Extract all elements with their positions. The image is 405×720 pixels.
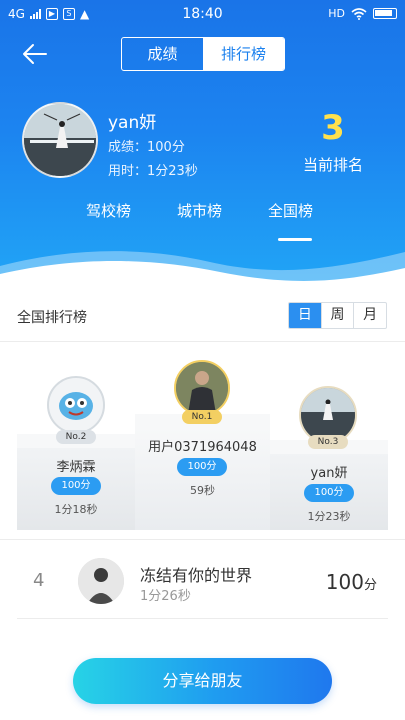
current-rank-label: 当前排名 bbox=[302, 156, 363, 174]
medal-second: No.2 bbox=[56, 430, 96, 444]
divider bbox=[17, 618, 388, 619]
result-rank-toggle: 成绩 排行榜 bbox=[121, 37, 285, 71]
status-bar: 4G ▶ S ▲ 18:40 HD bbox=[0, 0, 405, 30]
header: 4G ▶ S ▲ 18:40 HD 成绩 排行榜 yan妍 成绩：100分 用时… bbox=[0, 0, 405, 290]
period-week[interactable]: 周 bbox=[320, 303, 354, 328]
list-item-rank: 4 bbox=[33, 570, 45, 591]
second-place-score: 100分 bbox=[51, 477, 101, 495]
user-score: 成绩：100分 bbox=[108, 140, 185, 155]
list-item-avatar bbox=[78, 558, 124, 604]
list-item-name: 冻结有你的世界 bbox=[140, 566, 253, 585]
first-place-avatar bbox=[174, 360, 230, 416]
period-day[interactable]: 日 bbox=[289, 303, 321, 328]
hd-label: HD bbox=[328, 7, 345, 20]
wifi-icon bbox=[351, 7, 367, 20]
tab-school-board[interactable]: 驾校榜 bbox=[86, 200, 131, 221]
user-time: 用时：1分23秒 bbox=[108, 164, 198, 179]
back-arrow-icon bbox=[23, 44, 47, 64]
back-button[interactable] bbox=[18, 38, 52, 70]
second-place-avatar bbox=[47, 376, 105, 434]
tab-city-board[interactable]: 城市榜 bbox=[177, 200, 222, 221]
second-place-time: 1分18秒 bbox=[54, 503, 98, 516]
share-button[interactable]: 分享给朋友 bbox=[73, 658, 332, 704]
user-name: yan妍 bbox=[108, 113, 157, 133]
battery-icon bbox=[373, 8, 397, 19]
tab-national-board[interactable]: 全国榜 bbox=[268, 200, 313, 221]
current-rank-value: 3 bbox=[321, 108, 345, 148]
user-avatar bbox=[22, 102, 98, 178]
period-filter: 日 周 月 bbox=[288, 302, 387, 329]
list-item-score: 100分 bbox=[326, 570, 377, 594]
medal-first: No.1 bbox=[182, 410, 222, 424]
first-place-time: 59秒 bbox=[190, 484, 215, 497]
period-month[interactable]: 月 bbox=[353, 303, 386, 328]
first-place-name: 用户0371964048 bbox=[148, 440, 257, 455]
first-place-score: 100分 bbox=[177, 458, 227, 476]
divider bbox=[0, 341, 405, 342]
divider bbox=[0, 539, 405, 540]
list-item-score-unit: 分 bbox=[363, 578, 377, 593]
podium: No.2 No.1 No.3 李炳霖 100分 1分18秒 用户03719640… bbox=[0, 350, 405, 535]
tab-score[interactable]: 成绩 bbox=[122, 38, 203, 70]
third-place-score: 100分 bbox=[304, 484, 354, 502]
list-item-score-value: 100 bbox=[325, 570, 364, 594]
third-place-name: yan妍 bbox=[310, 466, 348, 481]
header-wave bbox=[0, 251, 405, 290]
second-place-name: 李炳霖 bbox=[56, 460, 96, 475]
leaderboard-title: 全国排行榜 bbox=[17, 310, 87, 326]
medal-third: No.3 bbox=[308, 435, 348, 449]
third-place-time: 1分23秒 bbox=[307, 510, 351, 523]
list-item-time: 1分26秒 bbox=[140, 589, 191, 604]
tab-leaderboard[interactable]: 排行榜 bbox=[203, 38, 284, 70]
